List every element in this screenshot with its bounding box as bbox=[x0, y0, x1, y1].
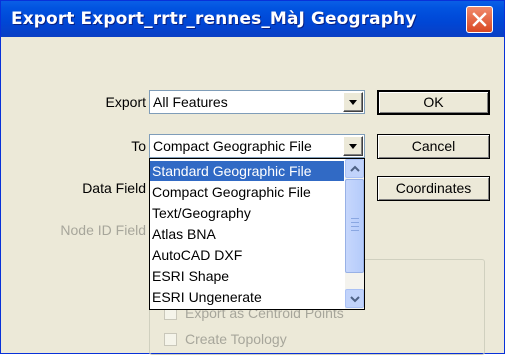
list-item-autocad-dxf[interactable]: AutoCAD DXF bbox=[150, 245, 344, 265]
export-dialog: Export Export_rrtr_rennes_MàJ Geography … bbox=[0, 0, 505, 355]
node-id-field-label: Node ID Field bbox=[60, 222, 146, 238]
to-select[interactable]: Compact Geographic File bbox=[149, 134, 365, 158]
chevron-down-icon[interactable] bbox=[343, 92, 363, 112]
scroll-up-button[interactable] bbox=[345, 159, 364, 178]
list-item-compact-geographic-file[interactable]: Compact Geographic File bbox=[150, 182, 344, 202]
export-select-value: All Features bbox=[153, 94, 228, 110]
list-item-text-geography[interactable]: Text/Geography bbox=[150, 203, 344, 223]
list-item-esri-ungenerate[interactable]: ESRI Ungenerate bbox=[150, 287, 344, 307]
to-select-value: Compact Geographic File bbox=[153, 138, 312, 154]
grip-line bbox=[351, 230, 359, 231]
data-field-label: Data Field bbox=[82, 180, 146, 196]
list-item-atlas-bna[interactable]: Atlas BNA bbox=[150, 224, 344, 244]
chevron-down-icon bbox=[350, 296, 360, 303]
chevron-up-icon bbox=[350, 165, 360, 172]
chevron-down-icon[interactable] bbox=[343, 136, 363, 156]
coordinates-button[interactable]: Coordinates bbox=[377, 176, 490, 201]
topology-checkbox-row[interactable]: Create Topology bbox=[164, 331, 287, 347]
grip-line bbox=[351, 226, 359, 227]
dropdown-scrollbar[interactable] bbox=[345, 159, 364, 309]
window-title: Export Export_rrtr_rennes_MàJ Geography bbox=[11, 9, 417, 29]
grip-line bbox=[351, 222, 359, 223]
list-item-standard-geographic-file[interactable]: Standard Geographic File bbox=[150, 161, 344, 181]
scroll-down-button[interactable] bbox=[345, 289, 364, 308]
topology-checkbox-label: Create Topology bbox=[185, 331, 287, 347]
cancel-button[interactable]: Cancel bbox=[377, 134, 490, 159]
close-icon bbox=[472, 12, 487, 27]
ok-button[interactable]: OK bbox=[377, 90, 490, 115]
export-label: Export bbox=[105, 94, 146, 110]
list-item-esri-shape[interactable]: ESRI Shape bbox=[150, 266, 344, 286]
close-button[interactable] bbox=[466, 6, 493, 33]
grip-line bbox=[351, 218, 359, 219]
scroll-thumb[interactable] bbox=[345, 179, 364, 273]
topology-checkbox[interactable] bbox=[164, 333, 177, 346]
export-select[interactable]: All Features bbox=[149, 90, 365, 114]
to-label: To bbox=[131, 138, 146, 154]
to-dropdown-list[interactable]: Standard Geographic File Compact Geograp… bbox=[149, 158, 365, 310]
title-bar[interactable]: Export Export_rrtr_rennes_MàJ Geography bbox=[1, 1, 504, 37]
